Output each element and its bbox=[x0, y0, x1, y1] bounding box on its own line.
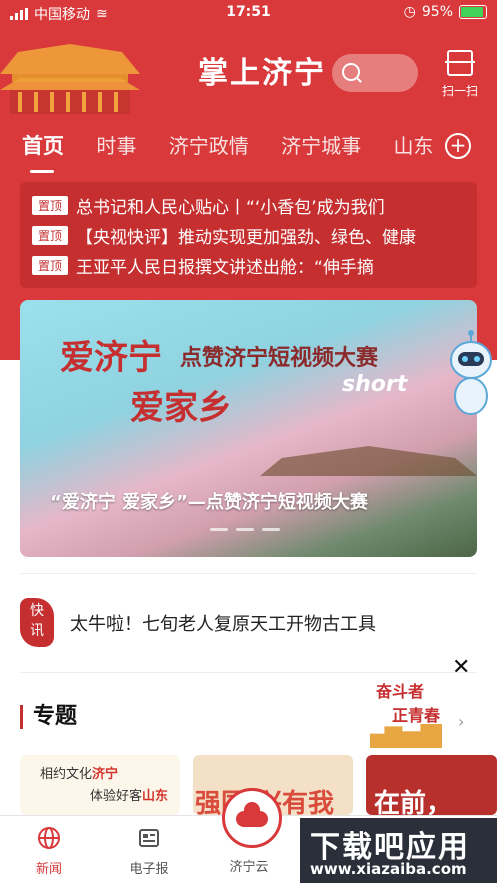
close-icon[interactable]: ✕ bbox=[452, 655, 470, 680]
robot-mascot-icon[interactable] bbox=[446, 330, 496, 420]
scan-button[interactable]: 扫一扫 bbox=[440, 46, 480, 99]
topic-section-title: 专题 bbox=[20, 705, 77, 729]
tab-current-affairs[interactable]: 时事 bbox=[96, 130, 136, 159]
headline-item[interactable]: 置顶 王亚平人民日报撰文讲述出舱：“伸手摘 bbox=[32, 252, 467, 278]
banner-short-logo: short bbox=[342, 372, 408, 397]
tab-jining-politics[interactable]: 济宁政情 bbox=[169, 130, 249, 159]
carousel-dots bbox=[210, 528, 280, 531]
divider bbox=[20, 672, 477, 673]
chevron-right-icon[interactable]: › bbox=[458, 712, 464, 731]
banner-caption: “爱济宁 爱家乡”—点赞济宁短视频大赛 bbox=[50, 492, 368, 513]
battery-percent: 95% bbox=[421, 4, 453, 20]
banner-slogan-1: 爱济宁 bbox=[60, 338, 162, 378]
tabbar-cloud[interactable]: 济宁云 bbox=[214, 856, 284, 875]
pinned-headlines: 置顶 总书记和人民心贴心丨“‘小香包’成为我们 置顶 【央视快评】推动实现更加强… bbox=[20, 182, 477, 288]
channel-tabs: 首页 时事 济宁政情 济宁城事 山东 bbox=[22, 130, 442, 160]
pinned-badge: 置顶 bbox=[32, 255, 69, 275]
pinned-badge: 置顶 bbox=[32, 195, 69, 215]
topic-card[interactable]: 在前， bbox=[366, 755, 497, 815]
palace-illustration bbox=[0, 44, 140, 114]
scan-icon bbox=[445, 50, 475, 76]
tabbar-epaper[interactable]: 电子报 bbox=[114, 826, 184, 877]
promo-graphic bbox=[370, 724, 442, 748]
featured-banner[interactable]: 爱济宁 爱家乡 点赞济宁短视频大赛 short “爱济宁 爱家乡”—点赞济宁短视… bbox=[20, 300, 477, 557]
tabbar-label: 电子报 bbox=[129, 862, 169, 877]
add-channel-icon[interactable]: + bbox=[445, 133, 471, 159]
quick-news-text[interactable]: 太牛啦！七旬老人复原天工开物古工具 bbox=[70, 610, 376, 636]
headline-item[interactable]: 置顶 总书记和人民心贴心丨“‘小香包’成为我们 bbox=[32, 192, 467, 218]
tabbar-news[interactable]: 新闻 bbox=[14, 826, 84, 877]
divider bbox=[20, 573, 477, 574]
headline-text: 总书记和人民心贴心丨“‘小香包’成为我们 bbox=[76, 197, 385, 218]
card-text: 在前， bbox=[374, 789, 453, 815]
alarm-icon: ◷ bbox=[403, 4, 416, 20]
tab-home[interactable]: 首页 bbox=[22, 130, 64, 160]
status-bar: 中国移动 ≊ 17:51 ◷ 95% bbox=[0, 0, 497, 26]
card-text: 体验好客山东 bbox=[90, 789, 169, 804]
promo-text-1: 奋斗者 bbox=[376, 682, 425, 701]
search-button[interactable] bbox=[332, 54, 418, 92]
quick-news-badge-char-2: 讯 bbox=[30, 623, 44, 639]
headline-text: 【央视快评】推动实现更加强劲、绿色、健康 bbox=[76, 227, 417, 248]
tab-shandong[interactable]: 山东 bbox=[393, 130, 433, 159]
tabbar-label: 济宁云 bbox=[229, 860, 269, 875]
topic-card[interactable]: 相约文化济宁 体验好客山东 bbox=[20, 755, 180, 815]
banner-title: 点赞济宁短视频大赛 bbox=[180, 346, 379, 371]
promo-floating-badge[interactable]: 奋斗者 正青春 bbox=[370, 676, 448, 748]
scan-label: 扫一扫 bbox=[441, 84, 478, 98]
active-tab-indicator bbox=[30, 170, 54, 173]
quick-news-badge-char-1: 快 bbox=[30, 603, 44, 619]
battery-icon bbox=[459, 5, 487, 19]
cloud-icon[interactable] bbox=[222, 788, 282, 848]
watermark-logo: 下载吧应用 www.xiazaiba.com bbox=[300, 818, 497, 883]
globe-icon bbox=[38, 827, 60, 849]
pinned-badge: 置顶 bbox=[32, 225, 69, 245]
headline-item[interactable]: 置顶 【央视快评】推动实现更加强劲、绿色、健康 bbox=[32, 222, 467, 248]
card-text: 相约文化济宁 bbox=[40, 767, 119, 782]
newspaper-icon bbox=[139, 829, 159, 847]
app-logo: 掌上济宁 bbox=[198, 56, 326, 91]
tab-jining-city[interactable]: 济宁城事 bbox=[281, 130, 361, 159]
quick-news-badge: 快 讯 bbox=[20, 598, 54, 647]
watermark-url: www.xiazaiba.com bbox=[310, 860, 467, 878]
banner-slogan-2: 爱家乡 bbox=[130, 388, 232, 428]
search-icon bbox=[342, 63, 360, 81]
tabbar-label: 新闻 bbox=[35, 862, 62, 877]
promo-text-2: 正青春 bbox=[392, 706, 441, 725]
headline-text: 王亚平人民日报撰文讲述出舱：“伸手摘 bbox=[76, 257, 374, 278]
